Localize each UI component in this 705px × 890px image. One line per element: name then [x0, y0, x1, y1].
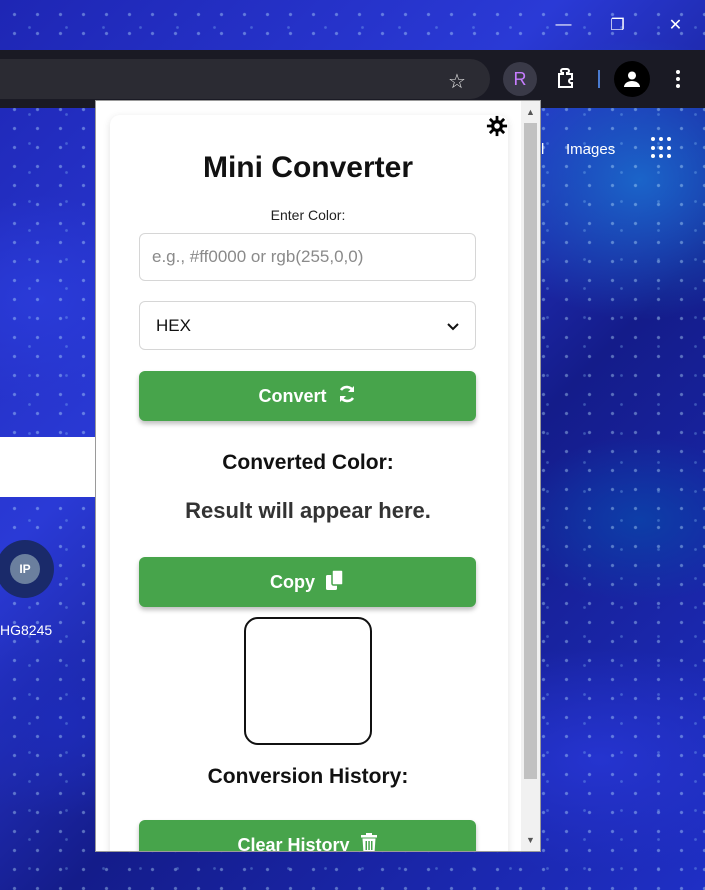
convert-button-label: Convert [258, 385, 327, 406]
extension-letter: R [513, 68, 527, 89]
scrollbar-thumb[interactable] [524, 123, 537, 779]
address-bar[interactable]: ☆ [0, 59, 490, 99]
restore-window-button[interactable]: ❐ [594, 0, 641, 50]
clear-history-button[interactable]: Clear History [139, 820, 476, 852]
chevron-down-icon [447, 316, 459, 336]
color-input-field[interactable] [139, 233, 476, 281]
google-apps-grid-icon[interactable] [651, 137, 673, 159]
scroll-up-arrow-icon[interactable]: ▲ [521, 103, 540, 121]
popup-scrollbar[interactable]: ▲ ▼ [521, 101, 540, 851]
bookmark-star-icon[interactable]: ☆ [444, 68, 470, 94]
format-selected-value: HEX [156, 315, 191, 335]
copy-button[interactable]: Copy [139, 557, 476, 607]
bg-search-box-fragment[interactable] [0, 437, 96, 497]
format-select-dropdown[interactable]: HEX [139, 301, 476, 350]
clear-history-label: Clear History [237, 834, 350, 852]
extensions-puzzle-icon[interactable] [552, 64, 580, 92]
color-preview-swatch [244, 617, 372, 745]
conversion-history-heading: Conversion History: [207, 765, 409, 788]
window-titlebar: — ❐ ✕ [0, 0, 705, 50]
converted-color-heading: Converted Color: [222, 451, 394, 474]
copy-button-label: Copy [270, 571, 315, 592]
convert-button[interactable]: Convert [139, 371, 476, 421]
minimize-window-button[interactable]: — [540, 0, 587, 50]
toolbar-separator [598, 70, 600, 88]
theme-toggle-gear-icon[interactable] [485, 114, 509, 138]
close-window-button[interactable]: ✕ [652, 0, 699, 50]
extension-r-button[interactable]: R [503, 62, 537, 96]
copy-icon [325, 568, 345, 596]
color-input-label: Enter Color: [270, 207, 346, 223]
bg-shortcut-label: HG8245 [0, 622, 53, 638]
trash-icon [360, 832, 378, 851]
browser-menu-kebab-icon[interactable] [666, 64, 690, 94]
result-text: Result will appear here. [185, 498, 431, 523]
app-title: Mini Converter [202, 151, 414, 184]
bg-images-link[interactable]: Images [566, 141, 615, 158]
refresh-icon [337, 384, 357, 409]
profile-avatar-icon[interactable] [614, 61, 650, 97]
bg-gmail-link-fragment[interactable]: l [541, 141, 544, 158]
extension-popup: Mini Converter Enter Color: HEX Convert … [95, 100, 541, 852]
shortcut-favicon: IP [10, 554, 40, 584]
scroll-down-arrow-icon[interactable]: ▼ [521, 831, 540, 849]
